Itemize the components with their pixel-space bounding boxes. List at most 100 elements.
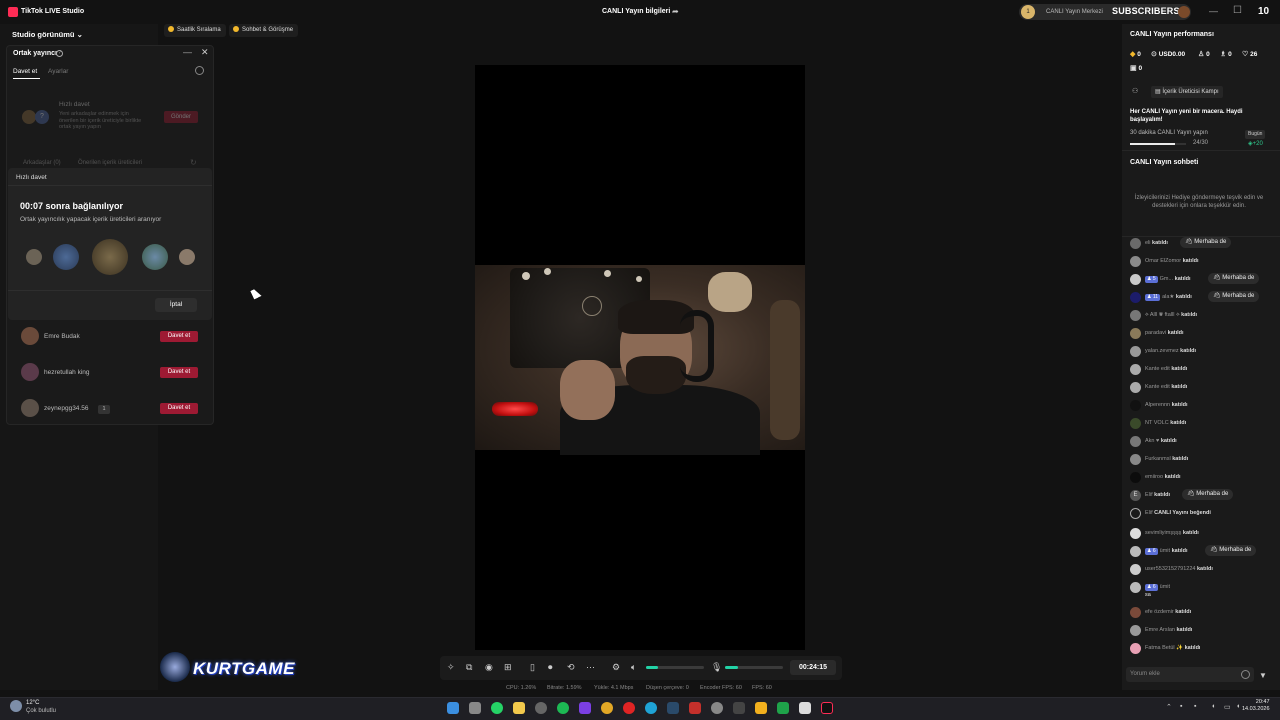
effects-icon[interactable]: ⧉ <box>466 662 472 673</box>
invite-button[interactable]: Davet et <box>160 331 198 342</box>
send-button[interactable]: Gönder <box>164 111 198 123</box>
avatar[interactable] <box>1130 364 1141 375</box>
tray-icon[interactable]: ◐ <box>1212 703 1216 710</box>
app-icon[interactable] <box>711 702 723 714</box>
avatar[interactable] <box>1130 400 1141 411</box>
chat-username[interactable]: emiiroo <box>1145 474 1163 480</box>
refresh-icon[interactable]: ↻ <box>190 158 197 167</box>
weather-description[interactable]: Çok bulutlu <box>26 708 56 714</box>
chat-username[interactable]: user5532152791224 <box>1145 566 1195 572</box>
steam-icon[interactable] <box>667 702 679 714</box>
avatar[interactable] <box>1130 382 1141 393</box>
tray-icon[interactable]: ▪ <box>1194 703 1196 710</box>
clock[interactable]: 20:47 14.03.2026 <box>1242 699 1270 713</box>
tab-invite[interactable]: Davet et <box>13 68 37 75</box>
heart-icon[interactable] <box>1130 508 1141 519</box>
chat-username[interactable]: eli <box>1145 240 1151 246</box>
chat-username[interactable]: ala★ <box>1162 294 1174 300</box>
magic-wand-icon[interactable]: ✧ <box>447 662 455 673</box>
say-hello-button[interactable]: 👋︎ Merhaba de <box>1208 273 1260 284</box>
minimize-icon[interactable]: — <box>1209 6 1218 16</box>
chat-username[interactable]: Kante edit <box>1145 384 1170 390</box>
avatar[interactable] <box>1130 238 1141 249</box>
avatar[interactable] <box>1130 274 1141 285</box>
avatar[interactable] <box>1178 6 1190 18</box>
filter-icon[interactable]: ▼ <box>1259 671 1267 680</box>
add-source-icon[interactable]: ⊞ <box>504 662 512 673</box>
say-hello-button[interactable]: 👋︎ Merhaba de <box>1182 489 1234 500</box>
avatar[interactable]: E <box>1130 490 1141 501</box>
invite-button[interactable]: Davet et <box>160 367 198 378</box>
chat-username[interactable]: yalan.zevmez <box>1145 348 1179 354</box>
chat-username[interactable]: efe özdemir <box>1145 609 1174 615</box>
say-hello-button[interactable]: 👋︎ Merhaba de <box>1208 291 1260 302</box>
chat-username[interactable]: Emre Arslan <box>1145 627 1175 633</box>
record-icon[interactable]: ⏺ <box>548 662 553 673</box>
chrome-icon[interactable] <box>601 702 613 714</box>
app-icon[interactable] <box>799 702 811 714</box>
task-view-icon[interactable] <box>469 702 481 714</box>
volume-icon[interactable]: ◖ <box>1236 703 1240 710</box>
whatsapp-icon[interactable] <box>491 702 503 714</box>
chat-username[interactable]: ümit <box>1160 548 1170 554</box>
more-icon[interactable]: ⋯ <box>586 662 595 673</box>
help-icon[interactable]: ? <box>56 50 63 57</box>
say-hello-button[interactable]: 👋︎ Merhaba de <box>1205 545 1257 556</box>
avatar[interactable] <box>1130 436 1141 447</box>
share-icon[interactable]: ➦ <box>672 7 679 16</box>
chat-username[interactable]: Furkanmsl <box>1145 456 1171 462</box>
chat-username[interactable]: Alperennn <box>1145 402 1170 408</box>
avatar[interactable] <box>1130 625 1141 636</box>
hourly-ranking-chip[interactable]: Saatlik Sıralama <box>164 24 226 37</box>
studio-view-dropdown[interactable]: Studio görünümü ⌄ <box>12 30 83 39</box>
edge-icon[interactable] <box>645 702 657 714</box>
creator-center-label[interactable]: CANLI Yayın Merkezi <box>1046 9 1103 15</box>
avatar[interactable] <box>1130 454 1141 465</box>
cancel-button[interactable]: İptal <box>155 298 197 312</box>
emoji-icon[interactable] <box>1241 670 1250 679</box>
creator-camp-button[interactable]: ▤ İçerik Üreticisi Kampı <box>1151 86 1223 98</box>
avatar[interactable] <box>1130 564 1141 575</box>
chat-username[interactable]: Kante edit <box>1145 366 1170 372</box>
avatar[interactable] <box>1130 328 1141 339</box>
avatar[interactable] <box>1130 607 1141 618</box>
search-icon[interactable] <box>195 66 204 75</box>
start-icon[interactable] <box>447 702 459 714</box>
app-icon[interactable] <box>733 702 745 714</box>
xbox-icon[interactable] <box>777 702 789 714</box>
chat-username[interactable]: Elif <box>1145 492 1153 498</box>
avatar[interactable] <box>1130 472 1141 483</box>
avatar[interactable] <box>1130 256 1141 267</box>
say-hello-button[interactable]: 👋︎ Merhaba de <box>1180 237 1232 248</box>
chat-username[interactable]: Fatma Betül ✨ <box>1145 645 1183 651</box>
avatar[interactable] <box>1130 418 1141 429</box>
chat-username[interactable]: paradavi <box>1145 330 1166 336</box>
settings-sliders-icon[interactable]: ⚙ <box>612 662 620 673</box>
minimize-icon[interactable]: — <box>183 47 192 57</box>
tray-icon[interactable]: ▪ <box>1180 703 1182 710</box>
chat-username[interactable]: Omar ElZomor <box>1145 258 1181 264</box>
chat-username[interactable]: ⟡ Alll ♛ ftalll ⟡ <box>1145 312 1180 318</box>
file-explorer-icon[interactable] <box>513 702 525 714</box>
app-icon[interactable] <box>689 702 701 714</box>
network-icon[interactable]: ▭ <box>1224 703 1231 711</box>
avatar[interactable] <box>1130 582 1141 593</box>
chat-username[interactable]: Elif <box>1145 510 1153 516</box>
invite-button[interactable]: Davet et <box>160 403 198 414</box>
spotify-icon[interactable] <box>557 702 569 714</box>
tiktok-live-studio-icon[interactable] <box>821 702 833 714</box>
opera-icon[interactable] <box>623 702 635 714</box>
app-icon[interactable] <box>579 702 591 714</box>
avatar[interactable] <box>1130 546 1141 557</box>
temperature[interactable]: 12°C <box>26 700 39 706</box>
filter-icon[interactable]: ◉ <box>485 662 493 673</box>
maximize-icon[interactable]: ☐ <box>1233 5 1242 16</box>
close-icon[interactable]: ✕ <box>201 47 209 58</box>
avatar[interactable] <box>1130 643 1141 654</box>
phone-icon[interactable]: ▯ <box>530 662 535 673</box>
tab-settings[interactable]: Ayarlar <box>48 68 68 75</box>
chat-username[interactable]: NT VOLC <box>1145 420 1169 426</box>
weather-cloud-icon[interactable] <box>10 700 22 712</box>
chat-username[interactable]: sevimliyimşşşş <box>1145 530 1181 536</box>
comment-input[interactable]: Yorum ekle <box>1126 667 1254 682</box>
